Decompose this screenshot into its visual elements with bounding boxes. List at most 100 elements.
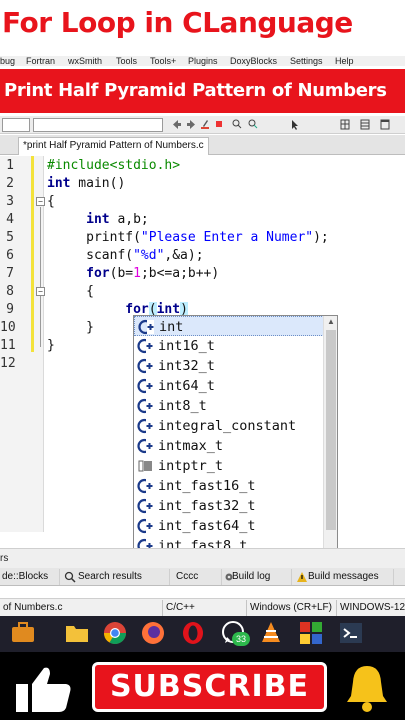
codeblocks-icon[interactable] [298, 620, 324, 646]
autocomplete-item[interactable]: intptr_t [134, 456, 324, 476]
edit-icon[interactable] [200, 119, 210, 130]
tab-build-messages[interactable]: Build messages [294, 569, 394, 585]
status-filename: of Numbers.c [3, 602, 63, 613]
scroll-up-icon[interactable]: ▲ [324, 316, 337, 328]
class-icon [137, 478, 153, 494]
autocomplete-item-label: int [159, 319, 184, 335]
popup-scrollbar[interactable]: ▲ ▼ [323, 316, 337, 574]
class-icon [137, 438, 153, 454]
editor-tabbar: *print Half Pyramid Pattern of Numbers.c [0, 135, 405, 155]
thumbs-up-icon [16, 667, 71, 712]
tab-search-results[interactable]: Search results [62, 569, 170, 585]
code-line: scanf("%d",&a); [47, 248, 204, 263]
class-icon [137, 378, 153, 394]
line-number: 10 [0, 320, 16, 335]
back-arrow-icon[interactable] [172, 119, 182, 130]
subtitle-banner: Print Half Pyramid Pattern of Numbers [0, 66, 405, 116]
chrome-icon[interactable] [102, 620, 128, 646]
line-number: 4 [6, 212, 14, 227]
tab-search-results-label: Search results [78, 571, 142, 582]
autocomplete-item[interactable]: int16_t [134, 336, 324, 356]
menu-item-tools[interactable]: Tools [116, 56, 137, 66]
opera-icon[interactable] [180, 620, 206, 646]
menu-item-plugins[interactable]: Plugins [188, 56, 218, 66]
menu-item-fortran[interactable]: Fortran [26, 56, 55, 66]
terminal-icon[interactable] [338, 620, 364, 646]
line-number: 9 [6, 302, 14, 317]
fold-toggle[interactable]: − [36, 287, 45, 296]
bell-icon [347, 666, 387, 712]
line-number: 6 [6, 248, 14, 263]
logs-panel-label: rs [0, 553, 9, 564]
title-banner: For Loop in CLanguage [0, 0, 405, 56]
notification-badge: 33 [232, 632, 250, 646]
magnifier-icon [64, 571, 76, 583]
line-number: 3 [6, 194, 14, 209]
tab-cccc[interactable]: Cccc [172, 569, 222, 585]
statusbar: of Numbers.c C/C++ Windows (CR+LF) WINDO… [0, 598, 405, 616]
autocomplete-item[interactable]: integral_constant [134, 416, 324, 436]
line-number: 2 [6, 176, 14, 191]
search-icon[interactable] [232, 119, 242, 130]
tab-codeblocks[interactable]: de::Blocks [0, 569, 60, 585]
fold-toggle[interactable]: − [36, 197, 45, 206]
autocomplete-item[interactable]: int [134, 316, 324, 336]
replace-icon[interactable] [248, 119, 258, 130]
gear-icon [225, 573, 233, 581]
scope-combo[interactable] [2, 118, 30, 132]
code-line: #include<stdio.h> [47, 158, 181, 173]
autocomplete-item-label: int_fast32_t [158, 498, 256, 514]
autocomplete-item[interactable]: int64_t [134, 376, 324, 396]
vlc-icon[interactable] [258, 620, 284, 646]
autocomplete-item[interactable]: int32_t [134, 356, 324, 376]
line-number: 7 [6, 266, 14, 281]
status-language: C/C++ [162, 600, 244, 616]
file-tab[interactable]: *print Half Pyramid Pattern of Numbers.c [18, 137, 209, 155]
autocomplete-item-label: int64_t [158, 378, 215, 394]
class-icon [137, 418, 153, 434]
subscribe-button[interactable]: SUBSCRIBE [92, 662, 327, 712]
code-line: } [47, 338, 55, 353]
code-line: printf("Please Enter a Numer"); [47, 230, 329, 245]
autocomplete-item[interactable]: int8_t [134, 396, 324, 416]
firefox-icon[interactable] [140, 620, 166, 646]
typedef-icon [138, 460, 152, 472]
autocomplete-item[interactable]: int_fast32_t [134, 496, 324, 516]
autocomplete-item-label: int8_t [158, 398, 207, 414]
menu-item-doxyblocks[interactable]: DoxyBlocks [230, 56, 277, 66]
briefcase-icon[interactable] [10, 620, 36, 646]
autocomplete-item-label: intmax_t [158, 438, 224, 454]
class-icon [137, 358, 153, 374]
window-icon[interactable] [380, 119, 390, 130]
line-number: 8 [6, 284, 14, 299]
code-line: for(b=1;b<=a;b++) [86, 266, 220, 281]
menu-item-debug[interactable]: bug [0, 56, 15, 66]
fold-line [40, 207, 41, 347]
highlight-icon[interactable] [214, 119, 224, 130]
menu-item-tools-plus[interactable]: Tools+ [150, 56, 176, 66]
table-icon[interactable] [360, 119, 370, 130]
class-icon [138, 319, 154, 335]
grid-icon[interactable] [340, 119, 350, 130]
menu-item-wxsmith[interactable]: wxSmith [68, 56, 102, 66]
autocomplete-item[interactable]: int_fast64_t [134, 516, 324, 536]
subscribe-strip: SUBSCRIBE [0, 652, 405, 720]
autocomplete-item[interactable]: intmax_t [134, 436, 324, 456]
video-title: For Loop in CLanguage [2, 6, 353, 39]
scroll-thumb[interactable] [326, 330, 336, 530]
pointer-icon[interactable] [290, 119, 300, 130]
menu-item-help[interactable]: Help [335, 56, 354, 66]
code-line: { [47, 194, 55, 209]
autocomplete-popup[interactable]: int_least16_tint_fast8_tint_fast64_tint_… [133, 315, 338, 575]
autocomplete-item-label: int_fast64_t [158, 518, 256, 534]
forward-arrow-icon[interactable] [186, 119, 196, 130]
class-icon [137, 398, 153, 414]
line-number: 5 [6, 230, 14, 245]
symbol-combo[interactable] [33, 118, 163, 132]
autocomplete-item-label: int16_t [158, 338, 215, 354]
class-icon [137, 498, 153, 514]
class-icon [137, 338, 153, 354]
autocomplete-item[interactable]: int_fast16_t [134, 476, 324, 496]
folder-icon[interactable] [64, 620, 90, 646]
menu-item-settings[interactable]: Settings [290, 56, 323, 66]
